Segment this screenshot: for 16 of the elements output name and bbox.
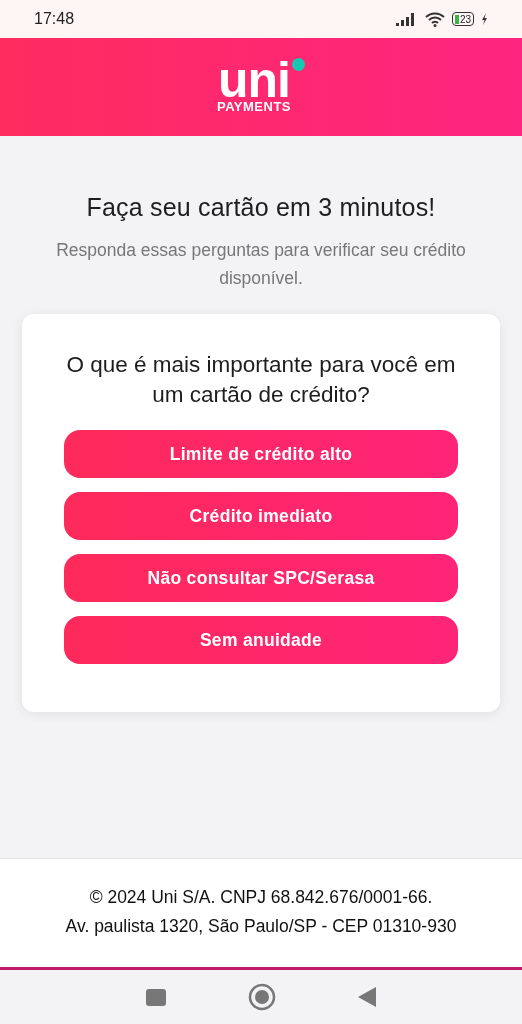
answer-button[interactable]: Sem anuidade: [64, 616, 458, 664]
footer-text: © 2024 Uni S/A. CNPJ 68.842.676/0001-66.: [89, 886, 433, 909]
recents-icon[interactable]: [146, 988, 166, 1006]
back-icon[interactable]: [358, 987, 376, 1007]
home-icon[interactable]: [248, 983, 276, 1011]
page-title: Faça seu cartão em 3 minutos!: [86, 193, 436, 222]
status-time: 17:48: [34, 10, 75, 28]
wifi-icon: [424, 11, 445, 27]
answer-button[interactable]: Limite de crédito alto: [64, 430, 458, 478]
answer-button[interactable]: Não consultar SPC/Serasa: [64, 554, 458, 602]
footer-text: Av. paulista 1320, São Paulo/SP - CEP 01310-930: [65, 915, 457, 938]
page-subtitle: Responda essas perguntas para verificar seu crédito disponível.: [55, 239, 467, 290]
charging-icon: [481, 13, 488, 25]
answer-button[interactable]: Crédito imediato: [64, 492, 458, 540]
question-text: O que é mais importante para você em um cartão de crédito?: [65, 351, 457, 409]
battery-indicator: 23: [451, 12, 474, 26]
